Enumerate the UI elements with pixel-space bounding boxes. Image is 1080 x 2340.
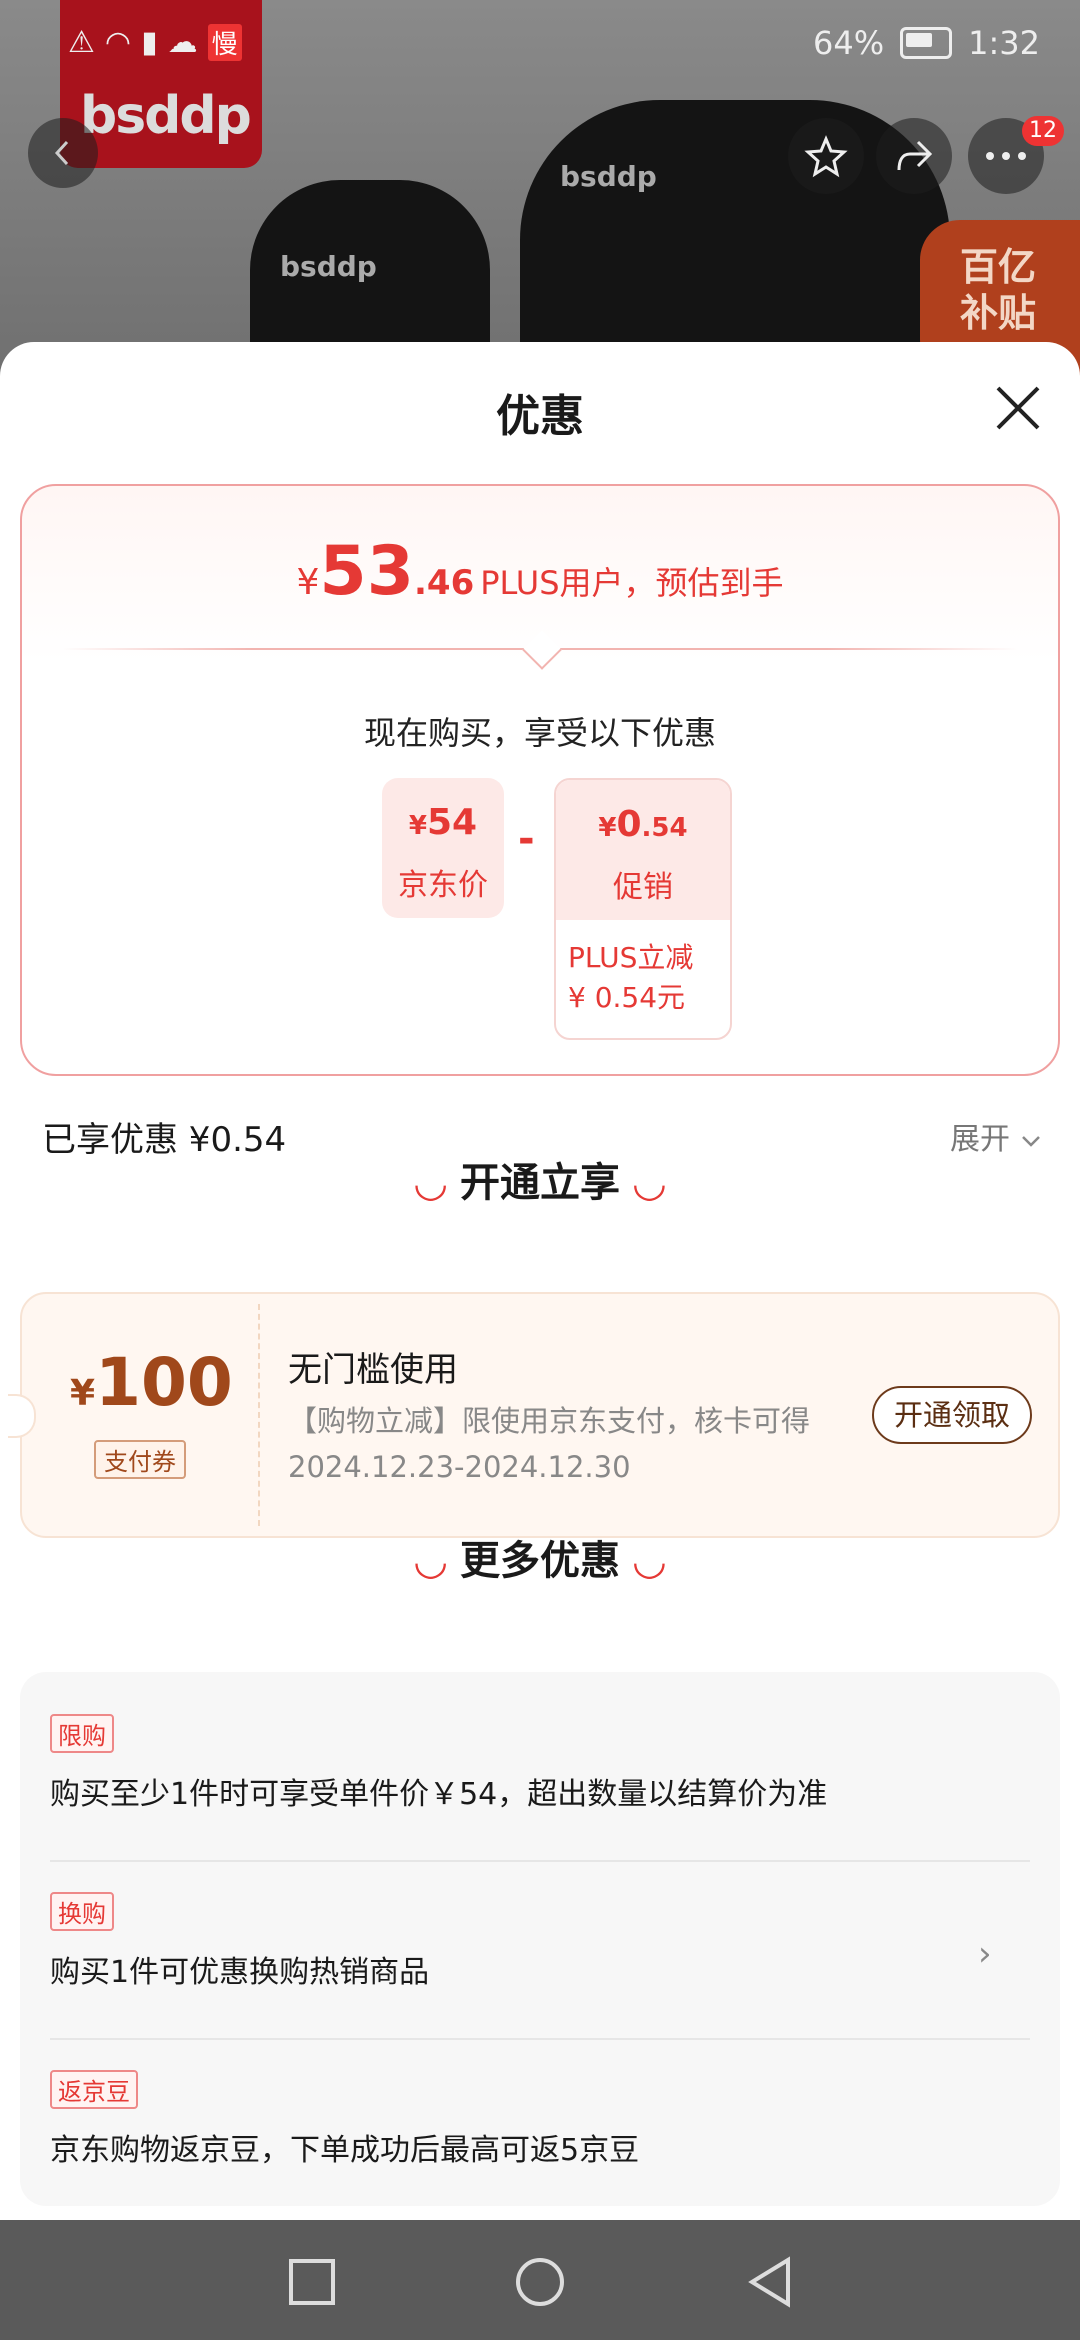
offer-text: 购买至少1件时可享受单件价￥54，超出数量以结算价为准 <box>50 1777 828 1812</box>
open-section-title-text: 开通立享 <box>460 1160 620 1206</box>
promotion-detail-line2: ¥ 0.54元 <box>568 981 686 1014</box>
subsidy-line1: 百亿 <box>960 245 1037 289</box>
favorite-button[interactable] <box>788 118 864 194</box>
alert-icon: ⚠ <box>68 25 95 60</box>
star-icon <box>804 135 848 178</box>
clock: 1:32 <box>968 24 1040 62</box>
chevron-right-icon[interactable]: › <box>978 1934 992 1974</box>
more-section-title-text: 更多优惠 <box>460 1538 620 1584</box>
sheet-title: 优惠 <box>496 391 584 442</box>
offer-tag: 返京豆 <box>50 2070 138 2109</box>
payment-coupon-card: ¥100 支付券 无门槛使用 【购物立减】限使用京东支付，核卡可得 2024.1… <box>8 1292 1060 1538</box>
pad-logo-text: bsddp <box>280 250 377 283</box>
brand-logo-text: bsddp <box>80 86 252 146</box>
offer-item-limit: 限购 购买至少1件时可享受单件价￥54，超出数量以结算价为准 <box>50 1714 1030 1813</box>
offer-divider <box>50 1860 1030 1862</box>
battery-icon <box>900 27 953 59</box>
battery-percent: 64% <box>813 24 885 62</box>
pad-logo-text: bsddp <box>560 160 657 193</box>
offer-tag: 换购 <box>50 1892 114 1931</box>
coupon-validity: 2024.12.23-2024.12.30 <box>288 1450 631 1484</box>
minus-sign: - <box>518 816 535 862</box>
promotion-detail-line1: PLUS立减 <box>568 941 694 974</box>
discount-sheet: 优惠 ¥53.46 PLUS用户，预估到手 现在购买，享受以下优惠 ¥54 京东价… <box>0 342 1080 2220</box>
promotion-detail: PLUS立减 ¥ 0.54元 <box>568 938 693 1018</box>
coupon-amount: ¥100 <box>70 1344 233 1421</box>
status-icons-right: 64% 1:32 <box>813 24 1040 62</box>
promotion-chip: ¥0.54 促销 PLUS立减 ¥ 0.54元 <box>554 778 732 1040</box>
offer-tag: 限购 <box>50 1714 114 1753</box>
now-buy-text: 现在购买，享受以下优惠 <box>363 714 716 752</box>
open-section-title: ◡ 开通立享 ◡ <box>0 1150 1080 1208</box>
wifi-icon: ◠ <box>104 25 132 60</box>
promotion-value: ¥0.54 <box>598 804 688 845</box>
price-decimal: .46 <box>414 563 475 603</box>
jd-price-value: ¥54 <box>408 802 478 843</box>
estimated-price: ¥53.46 PLUS用户，预估到手 <box>22 532 1058 611</box>
price-integer: 53 <box>319 532 415 611</box>
coupon-description: 【购物立减】限使用京东支付，核卡可得 <box>288 1404 811 1438</box>
price-currency: ¥ <box>296 562 320 603</box>
jd-price-chip: ¥54 京东价 <box>382 778 504 918</box>
smile-decoration-icon: ◡ <box>415 1160 447 1206</box>
offer-text: 京东购物返京豆，下单成功后最高可返5京豆 <box>50 2133 640 2168</box>
offer-item-jingdou: 返京豆 京东购物返京豆，下单成功后最高可返5京豆 <box>50 2070 1030 2169</box>
offer-divider <box>50 2038 1030 2040</box>
close-icon[interactable] <box>990 380 1046 436</box>
coupon-notch <box>8 1394 36 1438</box>
subsidy-line2: 补贴 <box>960 291 1037 335</box>
share-icon <box>897 140 933 171</box>
sim-alert-icon: ▮ <box>141 25 158 60</box>
coupon-divider <box>258 1304 260 1526</box>
smile-decoration-icon: ◡ <box>415 1538 447 1584</box>
more-dots-icon <box>986 152 1026 160</box>
more-section-title: ◡ 更多优惠 ◡ <box>0 1528 1080 1586</box>
promotion-label: 促销 <box>613 870 673 905</box>
more-offers-list: 限购 购买至少1件时可享受单件价￥54，超出数量以结算价为准 换购 购买1件可优… <box>20 1672 1060 2206</box>
status-bar: ⚠ ◠ ▮ ☁ 慢 64% 1:32 <box>0 0 1080 90</box>
promotion-chip-top: ¥0.54 促销 <box>556 780 730 920</box>
divider-notch <box>522 630 562 670</box>
back-triangle-icon[interactable] <box>742 2254 802 2310</box>
smile-decoration-icon: ◡ <box>633 1160 665 1206</box>
back-button[interactable] <box>28 118 98 188</box>
cloud-icon: ☁ <box>167 25 198 60</box>
open-and-claim-button[interactable]: 开通领取 <box>872 1386 1032 1444</box>
price-summary-card: ¥53.46 PLUS用户，预估到手 现在购买，享受以下优惠 ¥54 京东价 - … <box>20 484 1060 1076</box>
status-icons-left: ⚠ ◠ ▮ ☁ 慢 <box>68 24 242 61</box>
smile-decoration-icon: ◡ <box>633 1538 665 1584</box>
offer-text: 购买1件可优惠换购热销商品 <box>50 1955 430 1990</box>
coupon-type-tag: 支付券 <box>94 1440 186 1479</box>
home-circle-icon[interactable] <box>510 2254 570 2310</box>
notification-count-badge: 12 <box>1022 116 1064 146</box>
screen: bsddp bsddp bsddp 百亿 补贴 ⚠ ◠ ▮ ☁ 慢 64% 1:… <box>0 0 1080 2340</box>
system-navigation-bar <box>0 2220 1080 2340</box>
price-note: PLUS用户，预估到手 <box>480 564 784 602</box>
chevron-left-icon <box>54 140 69 166</box>
jd-price-label: 京东价 <box>398 868 488 903</box>
chevron-down-icon <box>1021 1136 1040 1147</box>
share-button[interactable] <box>876 118 952 194</box>
offer-item-exchange[interactable]: 换购 购买1件可优惠换购热销商品 <box>50 1892 1030 1991</box>
slow-badge: 慢 <box>207 24 242 61</box>
coupon-title: 无门槛使用 <box>288 1350 458 1390</box>
recents-square-icon[interactable] <box>282 2254 342 2310</box>
